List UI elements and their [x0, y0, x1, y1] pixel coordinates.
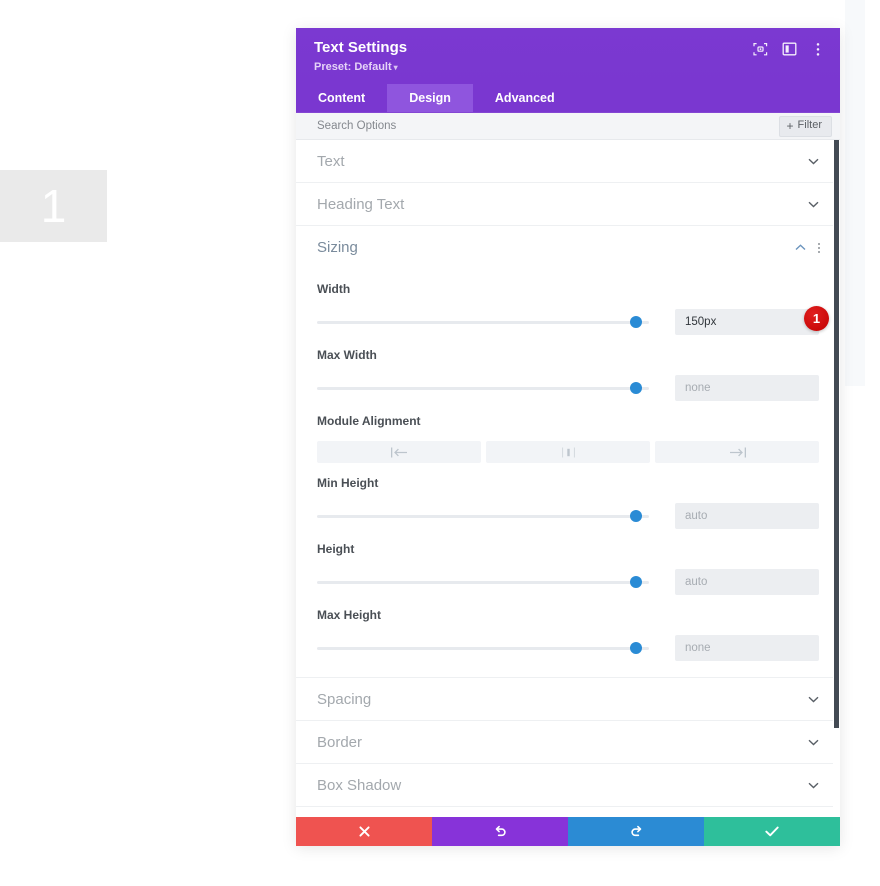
section-text[interactable]: Text — [296, 140, 840, 183]
height-slider[interactable] — [317, 575, 649, 589]
field-max-height: Max Height — [296, 608, 840, 661]
field-min-height-label: Min Height — [317, 476, 819, 490]
field-height: Height — [296, 542, 840, 595]
settings-scroll-area: Text Heading Text Sizing — [296, 140, 840, 817]
max-width-slider[interactable] — [317, 381, 649, 395]
max-height-slider-handle[interactable] — [630, 642, 642, 654]
more-vertical-icon[interactable] — [810, 41, 826, 57]
min-height-value-input[interactable] — [675, 503, 819, 529]
field-max-height-label: Max Height — [317, 608, 819, 622]
section-border[interactable]: Border — [296, 721, 840, 764]
max-height-value-input[interactable] — [675, 635, 819, 661]
placeholder-number: 1 — [41, 183, 67, 229]
layout-panel-icon[interactable] — [781, 41, 797, 57]
section-border-label: Border — [317, 734, 806, 751]
section-sizing: Sizing Width — [296, 226, 840, 678]
tab-design[interactable]: Design — [387, 84, 473, 112]
filter-button[interactable]: + Filter — [779, 116, 832, 137]
section-heading-text[interactable]: Heading Text — [296, 183, 840, 226]
max-width-slider-track — [317, 387, 649, 390]
page-placeholder-block: 1 — [0, 170, 107, 242]
filter-button-label: Filter — [798, 120, 822, 131]
modal-header: Text Settings Preset: Default▾ — [296, 28, 840, 84]
align-right-icon — [729, 447, 746, 458]
height-value-input[interactable] — [675, 569, 819, 595]
field-height-label: Height — [317, 542, 819, 556]
modal-footer — [296, 817, 840, 846]
close-button[interactable] — [296, 817, 432, 846]
save-button[interactable] — [704, 817, 840, 846]
field-module-alignment-label: Module Alignment — [317, 414, 819, 428]
section-box-shadow[interactable]: Box Shadow — [296, 764, 840, 807]
chevron-down-icon — [806, 696, 820, 703]
tab-advanced[interactable]: Advanced — [473, 84, 577, 112]
max-height-slider[interactable] — [317, 641, 649, 655]
scrollbar-thumb[interactable] — [834, 140, 839, 728]
field-max-width-label: Max Width — [317, 348, 819, 362]
header-icon-group — [752, 41, 826, 57]
chevron-down-icon: ▾ — [394, 63, 398, 72]
height-slider-track — [317, 581, 649, 584]
min-height-slider-track — [317, 515, 649, 518]
text-settings-modal: Text Settings Preset: Default▾ — [296, 28, 840, 846]
section-text-label: Text — [317, 153, 806, 170]
align-center-button[interactable] — [486, 441, 650, 463]
align-center-icon — [560, 447, 577, 458]
min-height-slider[interactable] — [317, 509, 649, 523]
section-spacing-label: Spacing — [317, 691, 806, 708]
chevron-down-icon — [806, 739, 820, 746]
search-input[interactable] — [317, 113, 779, 139]
undo-button[interactable] — [432, 817, 568, 846]
max-height-slider-track — [317, 647, 649, 650]
width-value-input[interactable] — [675, 309, 819, 335]
check-icon — [765, 826, 779, 837]
settings-list: Text Heading Text Sizing — [296, 140, 840, 817]
align-right-button[interactable] — [655, 441, 819, 463]
module-alignment-group — [317, 441, 819, 463]
section-sizing-header[interactable]: Sizing — [296, 226, 840, 269]
focus-icon[interactable] — [752, 41, 768, 57]
min-height-slider-handle[interactable] — [630, 510, 642, 522]
annotation-badge-1-number: 1 — [813, 311, 820, 326]
field-max-width: Max Width — [296, 348, 840, 401]
chevron-up-icon[interactable] — [793, 244, 807, 251]
undo-icon — [494, 825, 507, 838]
section-sizing-label: Sizing — [317, 239, 793, 256]
height-slider-handle[interactable] — [630, 576, 642, 588]
field-width: Width 1 — [296, 282, 840, 335]
max-width-value-input[interactable] — [675, 375, 819, 401]
align-left-icon — [391, 447, 408, 458]
close-icon — [359, 826, 370, 837]
width-slider[interactable] — [317, 315, 649, 329]
section-sizing-more-icon[interactable] — [818, 243, 820, 253]
section-filters[interactable]: Filters — [296, 807, 840, 817]
preset-label: Preset: Default — [314, 61, 392, 73]
align-left-button[interactable] — [317, 441, 481, 463]
search-options-bar: + Filter — [296, 113, 840, 140]
chevron-down-icon — [806, 158, 820, 165]
preset-selector[interactable]: Preset: Default▾ — [314, 60, 822, 75]
chevron-down-icon — [806, 201, 820, 208]
width-slider-track — [317, 321, 649, 324]
tab-content[interactable]: Content — [296, 84, 387, 112]
section-spacing[interactable]: Spacing — [296, 678, 840, 721]
section-heading-text-label: Heading Text — [317, 196, 806, 213]
right-side-strip — [845, 0, 865, 386]
screen: 1 Text Settings Preset: Default▾ — [0, 0, 880, 886]
modal-tabs: Content Design Advanced — [296, 84, 840, 113]
redo-button[interactable] — [568, 817, 704, 846]
plus-icon: + — [787, 120, 794, 132]
field-min-height: Min Height — [296, 476, 840, 529]
field-width-label: Width — [317, 282, 819, 296]
annotation-badge-1: 1 — [804, 306, 829, 331]
chevron-down-icon — [806, 782, 820, 789]
max-width-slider-handle[interactable] — [630, 382, 642, 394]
field-module-alignment: Module Alignment — [296, 414, 840, 463]
scrollbar-track[interactable] — [833, 140, 840, 817]
width-slider-handle[interactable] — [630, 316, 642, 328]
section-box-shadow-label: Box Shadow — [317, 777, 806, 794]
modal-title: Text Settings — [314, 39, 822, 57]
redo-icon — [630, 825, 643, 838]
